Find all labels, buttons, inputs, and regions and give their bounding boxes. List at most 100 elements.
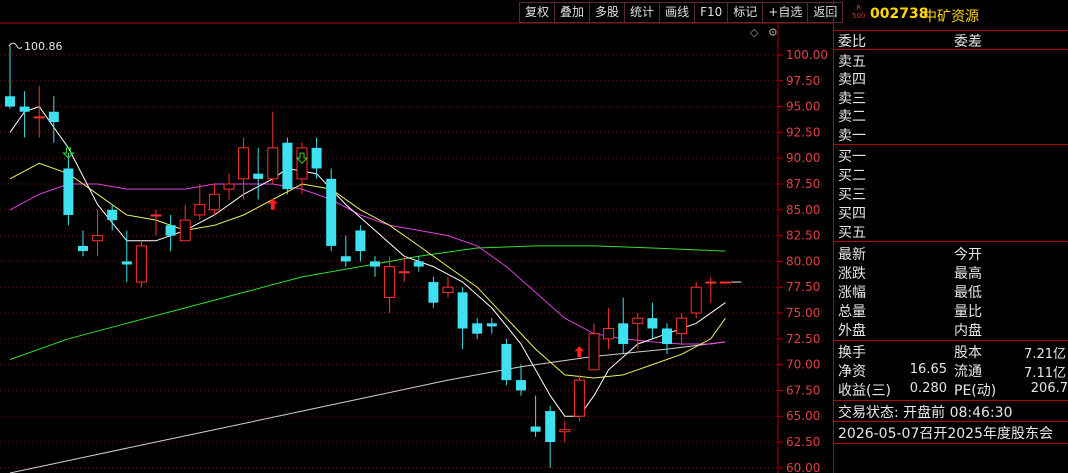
y-tick-label: 97.50 <box>786 74 820 88</box>
candle-body-down <box>165 225 176 236</box>
weicha-label: 委差 <box>954 34 982 50</box>
candle-body-down <box>340 256 351 262</box>
candle-body-down <box>5 96 15 107</box>
trade-state: 交易状态: 开盘前 08:46:30 <box>838 405 1013 421</box>
statistics-button[interactable]: 统计 <box>624 2 660 23</box>
candle-body-down <box>618 323 629 344</box>
y-tick-label: 62.50 <box>786 435 820 449</box>
candle-body-down <box>326 178 337 246</box>
ma5-line <box>9 106 726 417</box>
f10-button[interactable]: F10 <box>694 2 728 23</box>
net-assets-label: 净资 <box>838 364 866 380</box>
candle-body-down <box>516 380 526 391</box>
candle-body-up <box>442 286 454 293</box>
gear-icon[interactable]: ⚙ <box>768 26 778 39</box>
candle-body-up <box>92 235 104 242</box>
mark-button[interactable]: 标记 <box>727 2 763 23</box>
stock-name: 中矿资源 <box>923 9 979 25</box>
float-label: 流通 <box>954 364 982 380</box>
candle-body-down <box>413 261 424 267</box>
change-label: 涨跌 <box>838 266 866 282</box>
share-capital-value: 7.21亿 <box>1024 347 1066 362</box>
candle-body-up <box>603 327 615 340</box>
margin-badge: R 500 <box>852 4 866 20</box>
sell-2-label: 卖二 <box>838 109 866 125</box>
price-chart[interactable]: 60.00 62.50 65.00 67.50 70.00 72.50 75.00 77.50… <box>0 0 833 473</box>
overlay-button[interactable]: 叠加 <box>554 2 590 23</box>
outer-volume-label: 外盘 <box>838 323 866 339</box>
volume-ratio-label: 量比 <box>954 304 982 320</box>
y-tick-label: 80.00 <box>786 254 820 268</box>
open-label: 今开 <box>954 247 982 263</box>
candle-body-down <box>253 173 264 179</box>
volume-label: 总量 <box>838 304 866 320</box>
candle-body-down <box>63 168 74 215</box>
pe-value: 206.7 <box>1030 381 1068 396</box>
candle-body-up <box>267 147 279 180</box>
sell-1-label: 卖一 <box>838 128 866 144</box>
candle-body-down <box>48 111 59 123</box>
candle-body-up <box>676 317 688 335</box>
y-tick-label: 67.50 <box>786 383 820 397</box>
candle-body-down <box>311 147 322 169</box>
weibi-label: 委比 <box>838 34 866 50</box>
y-tick-label: 95.00 <box>786 100 820 114</box>
draw-line-button[interactable]: 画线 <box>659 2 695 23</box>
candle-body-down <box>428 282 439 303</box>
change-pct-label: 涨幅 <box>838 285 866 301</box>
candle-body-up <box>179 219 191 242</box>
y-tick-label: 85.00 <box>786 203 820 217</box>
candle-body-up <box>573 379 585 417</box>
candle-body-down <box>121 261 132 265</box>
candle-body-down <box>545 411 556 443</box>
y-tick-label: 70.00 <box>786 358 820 372</box>
candle-body-down <box>501 343 512 381</box>
divider <box>834 421 1068 422</box>
divider <box>834 49 1068 50</box>
y-tick-label: 87.50 <box>786 177 820 191</box>
net-assets-value: 16.65 <box>909 362 947 377</box>
buy-arrow-icon <box>574 346 585 358</box>
add-favorite-button[interactable]: +自选 <box>762 2 808 23</box>
candle-body-up <box>588 333 600 371</box>
float-value: 7.11亿 <box>1024 366 1066 381</box>
candle-body-up <box>690 286 702 314</box>
buy-1-label: 买一 <box>838 149 866 165</box>
candle-body-down <box>486 323 497 327</box>
inner-volume-label: 内盘 <box>954 323 982 339</box>
turnover-label: 换手 <box>838 345 866 361</box>
ma10-line <box>9 162 726 379</box>
candle-body-down <box>370 261 380 267</box>
multi-stock-button[interactable]: 多股 <box>589 2 625 23</box>
ma60-line <box>9 245 726 360</box>
sell-4-label: 卖四 <box>838 72 866 88</box>
candle-body-up <box>223 183 235 190</box>
divider <box>834 144 1068 145</box>
sell-5-label: 卖五 <box>838 54 866 70</box>
restore-rights-button[interactable]: 复权 <box>519 2 555 23</box>
candle-body-down <box>19 106 30 112</box>
candle-body-up <box>705 281 717 284</box>
buy-2-label: 买二 <box>838 168 866 184</box>
candle-body-down <box>662 328 672 344</box>
candle-body-down <box>78 245 88 252</box>
sell-3-label: 卖三 <box>838 91 866 107</box>
diamond-icon[interactable]: ◇ <box>750 26 758 39</box>
divider <box>834 241 1068 242</box>
y-tick-label: 92.50 <box>786 125 820 139</box>
divider <box>834 400 1068 401</box>
buy-arrow-icon <box>267 198 278 210</box>
y-tick-label: 60.00 <box>786 461 820 473</box>
y-tick-label: 72.50 <box>786 332 820 346</box>
candle-body-up <box>33 116 45 119</box>
stock-header: R 500 002738 中矿资源 <box>834 0 1068 31</box>
y-tick-label: 100.00 <box>786 48 828 62</box>
latest-label: 最新 <box>838 247 866 263</box>
candle-body-up <box>194 204 206 216</box>
candle-body-down <box>355 230 366 252</box>
notice-text[interactable]: 2026-05-07召开2025年度股东会 <box>838 423 1053 443</box>
eps-value: 0.280 <box>909 381 947 396</box>
candle-body-down <box>282 142 293 190</box>
candle-body-up <box>559 429 571 433</box>
high-label: 最高 <box>954 266 982 282</box>
